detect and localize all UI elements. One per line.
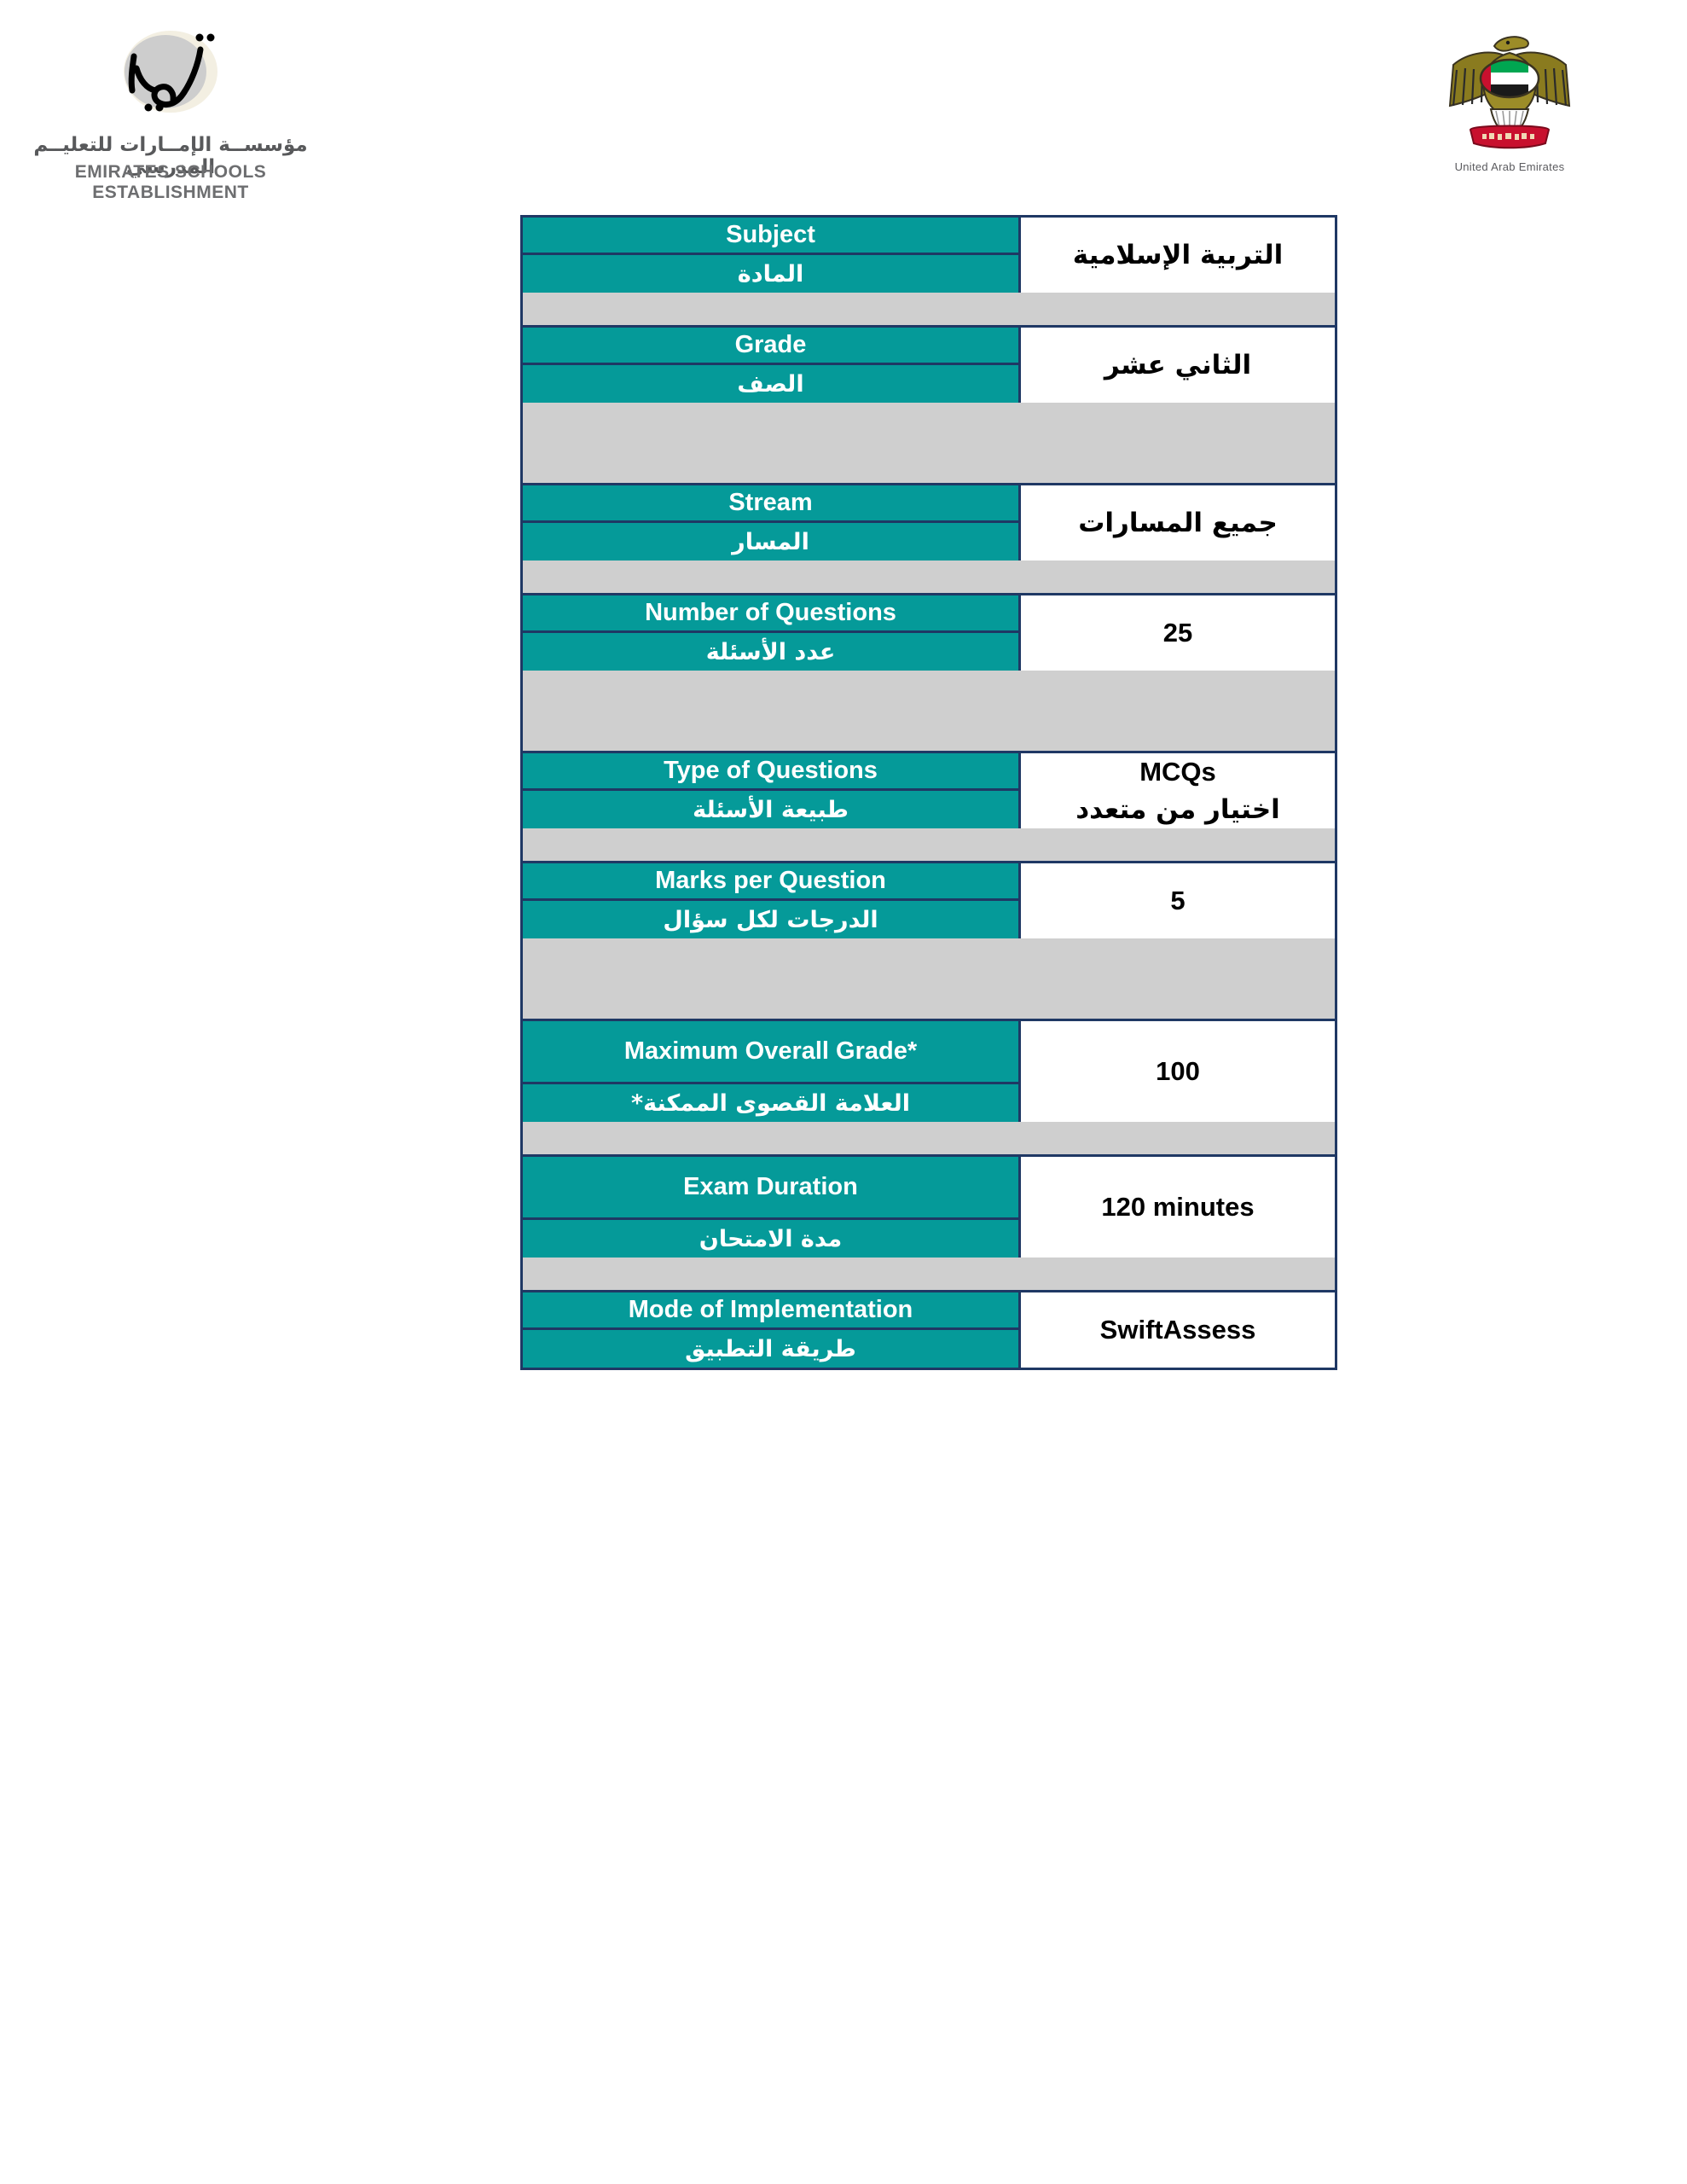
row-spacer: [520, 561, 1337, 593]
table-row: Subject المادة التربية الإسلامية: [520, 215, 1337, 293]
label-en-maximum-overall-grade: Maximum Overall Grade*: [523, 1021, 1018, 1084]
value-marks-per-question: 5: [1021, 863, 1335, 938]
value-ar-type-of-questions: اختيار من متعدد: [1075, 791, 1280, 828]
ese-emblem-icon: [124, 31, 217, 113]
row-label-cell-maximum-overall-grade: Maximum Overall Grade* العلامة القصوى الم…: [523, 1021, 1021, 1122]
label-en-type-of-questions: Type of Questions: [523, 753, 1018, 791]
table-row: Exam Duration مدة الامتحان 120 minutes: [520, 1154, 1337, 1258]
row-spacer: [520, 1258, 1337, 1290]
page-header: مؤسســة الإمــارات للتعليــم المدرسي EMI…: [0, 0, 1687, 205]
label-ar-grade: الصف: [523, 365, 1018, 403]
ese-english-name: EMIRATES SCHOOLS ESTABLISHMENT: [74, 162, 267, 202]
row-label-cell-exam-duration: Exam Duration مدة الامتحان: [523, 1157, 1021, 1258]
value-en-type-of-questions: MCQs: [1139, 753, 1216, 791]
label-ar-stream: المسار: [523, 523, 1018, 561]
label-en-subject: Subject: [523, 218, 1018, 255]
label-ar-maximum-overall-grade: العلامة القصوى الممكنة*: [523, 1084, 1018, 1122]
label-ar-number-of-questions: عدد الأسئلة: [523, 633, 1018, 671]
label-en-marks-per-question: Marks per Question: [523, 863, 1018, 901]
value-maximum-overall-grade: 100: [1021, 1021, 1335, 1122]
row-spacer: [520, 938, 1337, 1019]
row-label-cell-grade: Grade الصف: [523, 328, 1021, 403]
label-en-stream: Stream: [523, 485, 1018, 523]
row-spacer: [520, 403, 1337, 483]
row-spacer: [520, 1122, 1337, 1154]
uae-federal-emblem: United Arab Emirates: [1433, 24, 1586, 186]
value-mode-of-implementation: SwiftAssess: [1021, 1292, 1335, 1368]
exam-specification-table: Subject المادة التربية الإسلامية Grade الصف ا…: [520, 215, 1337, 1370]
emirates-schools-establishment-logo: مؤسســة الإمــارات للتعليــم المدرسي EMI…: [9, 19, 333, 202]
row-label-cell-stream: Stream المسار: [523, 485, 1021, 561]
row-spacer: [520, 828, 1337, 861]
table-row: Grade الصف الثاني عشر: [520, 325, 1337, 403]
table-row: Type of Questions طبيعة الأسئلة MCQs اختيار…: [520, 751, 1337, 828]
label-ar-mode-of-implementation: طريقة التطبيق: [523, 1330, 1018, 1368]
value-exam-duration: 120 minutes: [1021, 1157, 1335, 1258]
label-en-number-of-questions: Number of Questions: [523, 595, 1018, 633]
value-grade: الثاني عشر: [1021, 328, 1335, 403]
row-label-cell-marks-per-question: Marks per Question الدرجات لكل سؤال: [523, 863, 1021, 938]
value-stream: جميع المسارات: [1021, 485, 1335, 561]
table-row: Stream المسار جميع المسارات: [520, 483, 1337, 561]
row-spacer: [520, 671, 1337, 751]
table-row: Number of Questions عدد الأسئلة 25: [520, 593, 1337, 671]
uae-emblem-caption: United Arab Emirates: [1454, 160, 1565, 173]
table-row: Maximum Overall Grade* العلامة القصوى الم…: [520, 1019, 1337, 1122]
uae-falcon-icon: [1448, 36, 1571, 149]
label-en-grade: Grade: [523, 328, 1018, 365]
label-ar-exam-duration: مدة الامتحان: [523, 1220, 1018, 1258]
table-row: Marks per Question الدرجات لكل سؤال 5: [520, 861, 1337, 938]
row-label-cell-type-of-questions: Type of Questions طبيعة الأسئلة: [523, 753, 1021, 828]
label-ar-marks-per-question: الدرجات لكل سؤال: [523, 901, 1018, 938]
value-number-of-questions: 25: [1021, 595, 1335, 671]
value-subject: التربية الإسلامية: [1021, 218, 1335, 293]
row-value-cell-type-of-questions: MCQs اختيار من متعدد: [1021, 753, 1335, 828]
label-ar-subject: المادة: [523, 255, 1018, 293]
row-spacer: [520, 293, 1337, 325]
table-row: Mode of Implementation طريقة التطبيق Swift…: [520, 1290, 1337, 1370]
label-en-mode-of-implementation: Mode of Implementation: [523, 1292, 1018, 1330]
label-ar-type-of-questions: طبيعة الأسئلة: [523, 791, 1018, 828]
row-label-cell-mode-of-implementation: Mode of Implementation طريقة التطبيق: [523, 1292, 1021, 1368]
row-label-cell-subject: Subject المادة: [523, 218, 1021, 293]
row-label-cell-number-of-questions: Number of Questions عدد الأسئلة: [523, 595, 1021, 671]
label-en-exam-duration: Exam Duration: [523, 1157, 1018, 1220]
